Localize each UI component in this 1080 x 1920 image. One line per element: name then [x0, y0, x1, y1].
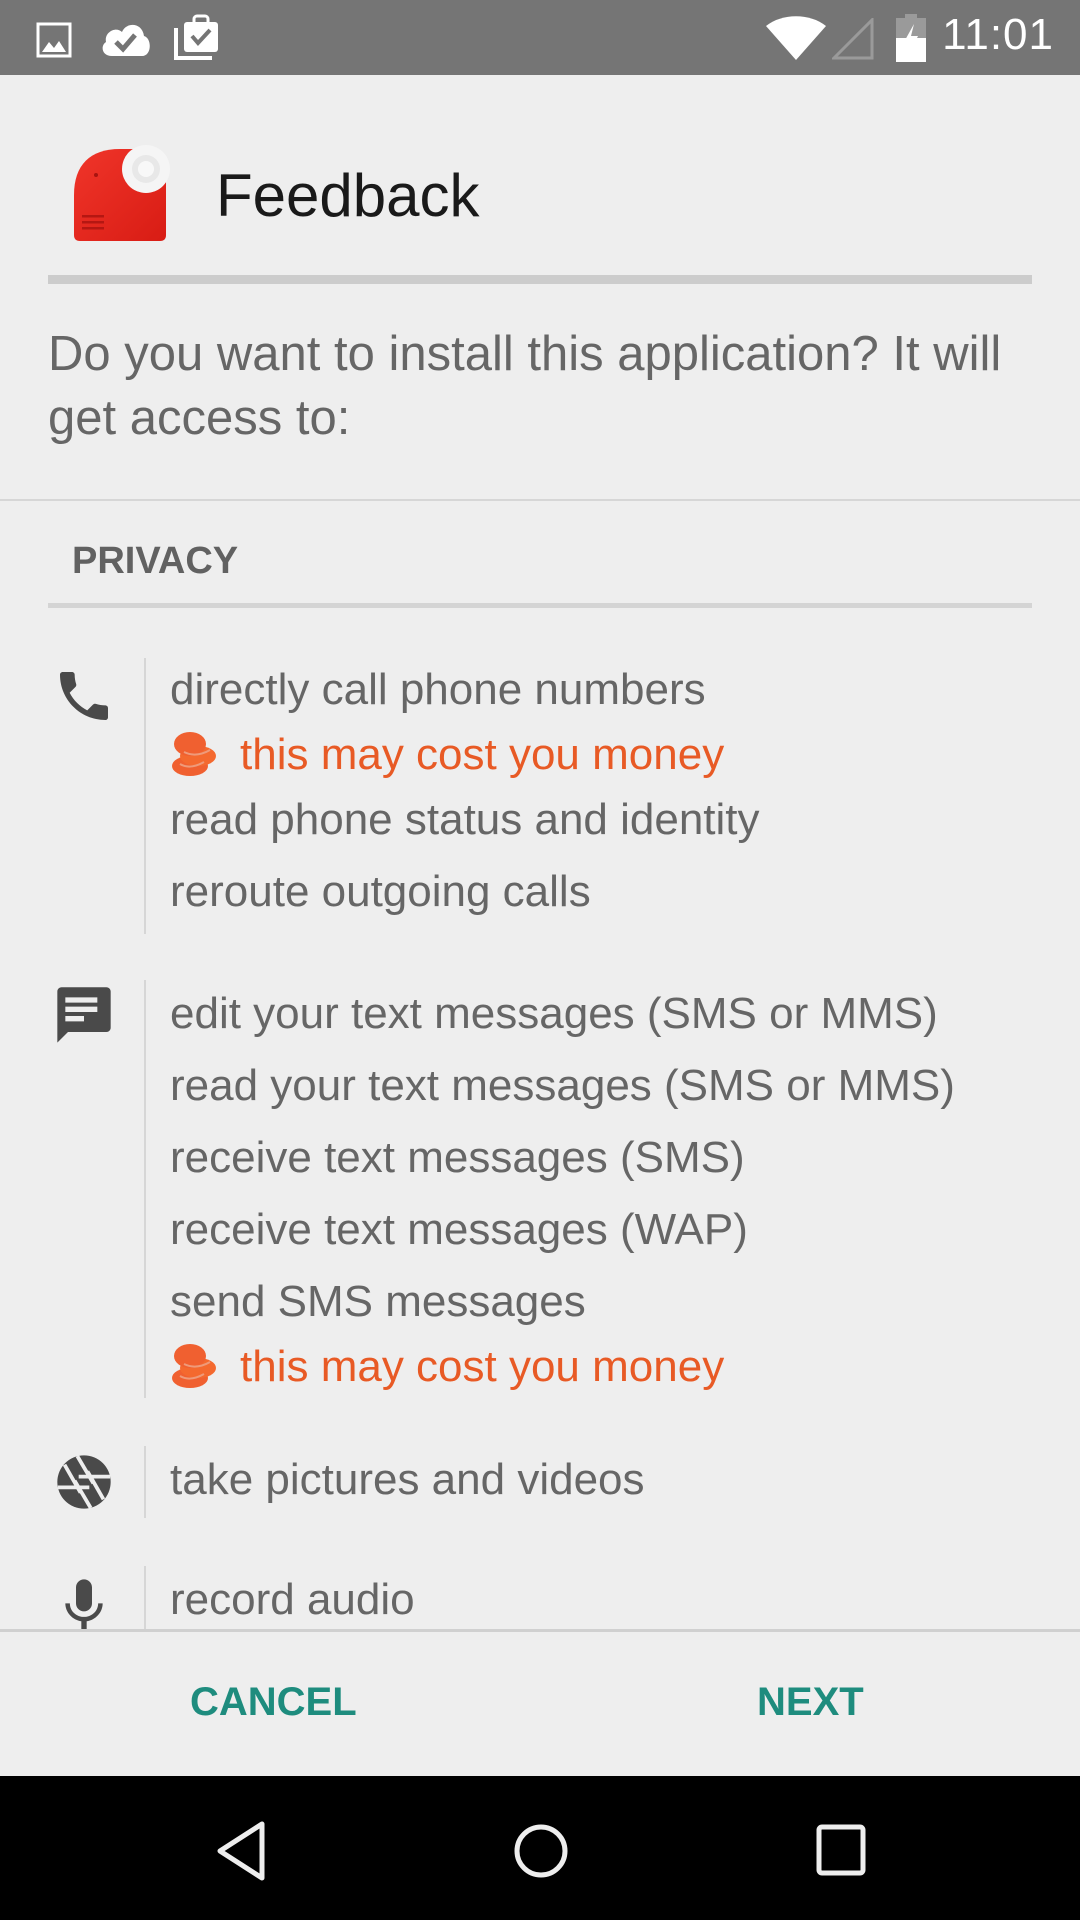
section-divider [48, 603, 1032, 608]
permission-item: receive text messages (SMS) [170, 1133, 745, 1182]
dialog-header: Feedback [0, 75, 1080, 285]
wifi-icon [766, 16, 826, 60]
cancel-button[interactable]: CANCEL [190, 1680, 357, 1725]
next-button[interactable]: NEXT [757, 1680, 864, 1725]
permission-item: record audio [170, 1575, 415, 1624]
image-icon [36, 22, 72, 58]
group-divider-line [144, 1566, 146, 1630]
permission-lines: edit your text messages (SMS or MMS) rea… [170, 978, 955, 1396]
scroll-bottom-divider [0, 1629, 1080, 1632]
permission-item: send SMS messages [170, 1277, 586, 1326]
permission-item: take pictures and videos [170, 1455, 645, 1504]
header-divider [48, 275, 1032, 284]
camera-aperture-icon [57, 1455, 111, 1509]
question-divider [0, 499, 1080, 501]
cost-warning-text: this may cost you money [240, 1342, 725, 1391]
cost-warning: this may cost you money [170, 1338, 955, 1396]
cloud-done-icon [102, 24, 150, 56]
group-divider-line [144, 1446, 146, 1518]
permission-lines: directly call phone numbers this may cos… [170, 654, 760, 928]
microphone-icon [65, 1579, 103, 1630]
clipboard-check-icon [174, 14, 218, 60]
coins-icon [172, 732, 216, 777]
permission-item: read your text messages (SMS or MMS) [170, 1061, 955, 1110]
permission-item: receive text messages (WAP) [170, 1205, 748, 1254]
coins-icon [172, 1344, 216, 1389]
permission-lines: record audio [170, 1564, 415, 1630]
phone-icon [60, 672, 108, 720]
message-icon [57, 987, 111, 1043]
permission-item: read phone status and identity [170, 795, 760, 844]
status-bar: 11:01 [0, 0, 1080, 75]
group-divider-line [144, 980, 146, 1398]
navigation-bar [0, 1776, 1080, 1920]
home-icon[interactable] [506, 1816, 576, 1886]
app-name: Feedback [216, 162, 480, 229]
clock: 11:01 [942, 10, 1054, 59]
group-divider-line [144, 658, 146, 934]
install-question: Do you want to install this application?… [48, 327, 1002, 445]
cost-warning-text: this may cost you money [240, 730, 725, 779]
permission-item: reroute outgoing calls [170, 867, 591, 916]
permission-lines: take pictures and videos [170, 1444, 645, 1516]
recents-icon[interactable] [806, 1816, 876, 1886]
back-icon[interactable] [206, 1816, 276, 1886]
permission-group-microphone: record audio [0, 1564, 1080, 1630]
feedback-app-icon [74, 145, 170, 241]
section-title-privacy: PRIVACY [72, 540, 239, 582]
battery-charging-icon [896, 14, 926, 62]
cost-warning: this may cost you money [170, 726, 760, 784]
cell-signal-icon [832, 18, 874, 60]
permission-item: directly call phone numbers [170, 665, 706, 714]
permission-item: edit your text messages (SMS or MMS) [170, 989, 938, 1038]
